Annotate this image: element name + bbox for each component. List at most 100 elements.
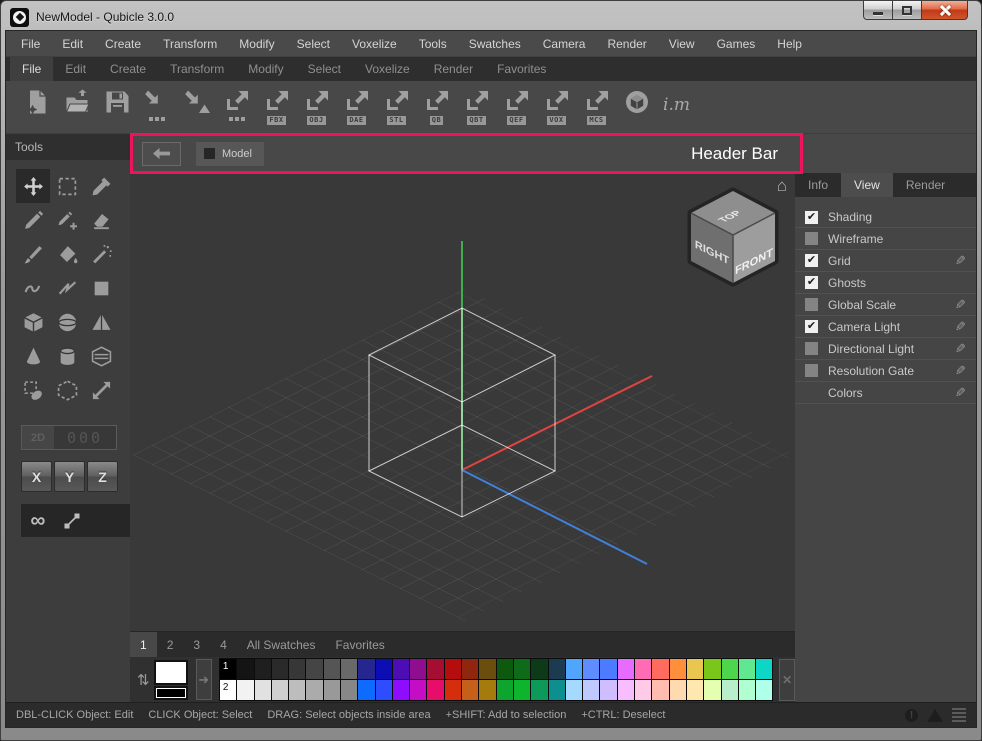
- home-view-icon[interactable]: ⌂: [777, 177, 787, 194]
- swatch-cell[interactable]: [756, 659, 772, 679]
- back-button[interactable]: [142, 142, 181, 166]
- swatch-cell[interactable]: [566, 680, 582, 700]
- import-button[interactable]: [143, 89, 170, 121]
- swatch-cell[interactable]: [704, 659, 720, 679]
- swatch-cell[interactable]: [376, 680, 392, 700]
- swatch-cell[interactable]: [497, 659, 513, 679]
- swatch-cell[interactable]: [237, 659, 253, 679]
- ribbon-tab-file[interactable]: File: [10, 57, 53, 81]
- swatch-cell[interactable]: [479, 659, 495, 679]
- ribbon-tab-create[interactable]: Create: [98, 57, 158, 81]
- export-stl-button[interactable]: STL: [383, 89, 410, 125]
- maximize-button[interactable]: [893, 1, 922, 20]
- new-file-button[interactable]: [23, 89, 50, 115]
- checkbox-shading[interactable]: ✔: [805, 211, 818, 224]
- move-tool[interactable]: [16, 169, 50, 203]
- pencil-add-tool[interactable]: [50, 203, 84, 237]
- rectangle-tool[interactable]: [84, 271, 118, 305]
- ribbon-tab-render[interactable]: Render: [422, 57, 485, 81]
- edit-pencil-icon[interactable]: ✎: [955, 253, 966, 269]
- export-qb-button[interactable]: QB: [423, 89, 450, 125]
- freehand-tool[interactable]: [16, 271, 50, 305]
- export-button[interactable]: [223, 89, 250, 121]
- add-swatch-button[interactable]: ➜: [196, 659, 212, 700]
- sketchfab-button[interactable]: [623, 89, 650, 115]
- ribbon-tab-transform[interactable]: Transform: [158, 57, 236, 81]
- ribbon-tab-modify[interactable]: Modify: [236, 57, 295, 81]
- eraser-tool[interactable]: [84, 203, 118, 237]
- swatch-cell[interactable]: [497, 680, 513, 700]
- swatch-tab-1[interactable]: 1: [130, 632, 157, 657]
- swatch-cell[interactable]: [722, 659, 738, 679]
- swatch-cell[interactable]: [618, 680, 634, 700]
- checkbox-global-scale[interactable]: [805, 298, 818, 311]
- menu-item-select[interactable]: Select: [286, 32, 341, 56]
- swatch-cell[interactable]: [289, 659, 305, 679]
- swatch-cell[interactable]: [652, 680, 668, 700]
- swatch-cell[interactable]: 1: [220, 659, 236, 679]
- swatch-tab-2[interactable]: 2: [157, 632, 184, 657]
- swatch-cell[interactable]: [341, 659, 357, 679]
- swatch-cell[interactable]: 2: [220, 680, 236, 700]
- cone-tool[interactable]: [16, 339, 50, 373]
- checkbox-directional-light[interactable]: [805, 342, 818, 355]
- swatch-cell[interactable]: [272, 680, 288, 700]
- select-paint-tool[interactable]: [16, 373, 50, 407]
- swatch-cell[interactable]: [704, 680, 720, 700]
- close-button[interactable]: [922, 1, 968, 20]
- background-color-swatch[interactable]: [154, 686, 188, 700]
- ribbon-tab-edit[interactable]: Edit: [53, 57, 98, 81]
- swatch-cell[interactable]: [756, 680, 772, 700]
- line-mode-button[interactable]: [55, 504, 89, 537]
- menu-item-voxelize[interactable]: Voxelize: [341, 32, 408, 56]
- menu-item-swatches[interactable]: Swatches: [458, 32, 532, 56]
- viewport-3d[interactable]: TOP RIGHT FRONT ⌂: [130, 173, 795, 631]
- checkbox-camera-light[interactable]: ✔: [805, 320, 818, 333]
- swatch-cell[interactable]: [583, 659, 599, 679]
- foreground-color-swatch[interactable]: [154, 660, 188, 685]
- menu-item-tools[interactable]: Tools: [408, 32, 458, 56]
- imaterialise-button[interactable]: i.m: [663, 89, 690, 115]
- swatch-tab-4[interactable]: 4: [210, 632, 237, 657]
- swatch-cell[interactable]: [341, 680, 357, 700]
- swatch-cell[interactable]: [445, 659, 461, 679]
- titlebar[interactable]: NewModel - Qubicle 3.0.0: [5, 4, 977, 30]
- tab-view[interactable]: View: [841, 173, 893, 197]
- axis-y-button[interactable]: Y: [54, 461, 85, 492]
- menu-item-edit[interactable]: Edit: [51, 32, 94, 56]
- view-cube[interactable]: TOP RIGHT FRONT: [687, 187, 779, 287]
- rect-select-tool[interactable]: [50, 169, 84, 203]
- swatch-cell[interactable]: [445, 680, 461, 700]
- swatch-cell[interactable]: [427, 659, 443, 679]
- swatch-cell[interactable]: [237, 680, 253, 700]
- checkbox-wireframe[interactable]: [805, 232, 818, 245]
- menu-item-transform[interactable]: Transform: [152, 32, 228, 56]
- edit-pencil-icon[interactable]: ✎: [955, 297, 966, 313]
- menu-item-help[interactable]: Help: [766, 32, 813, 56]
- swatch-cell[interactable]: [410, 680, 426, 700]
- open-button[interactable]: [63, 89, 90, 115]
- import-mesh-button[interactable]: [183, 89, 210, 115]
- export-dae-button[interactable]: DAE: [343, 89, 370, 125]
- mode-2d-button[interactable]: 2D: [22, 426, 54, 449]
- swatch-cell[interactable]: [324, 680, 340, 700]
- edit-pencil-icon[interactable]: ✎: [955, 319, 966, 335]
- info-icon[interactable]: !: [905, 709, 918, 722]
- ribbon-tab-favorites[interactable]: Favorites: [485, 57, 558, 81]
- menu-item-modify[interactable]: Modify: [228, 32, 285, 56]
- swatch-cell[interactable]: [600, 659, 616, 679]
- delete-swatch-button[interactable]: ✕: [779, 659, 795, 701]
- frame-tool[interactable]: [50, 373, 84, 407]
- swatch-cell[interactable]: [427, 680, 443, 700]
- swatch-cell[interactable]: [739, 680, 755, 700]
- menu-item-games[interactable]: Games: [706, 32, 767, 56]
- polyline-tool[interactable]: [50, 271, 84, 305]
- export-qbt-button[interactable]: QBT: [463, 89, 490, 125]
- swatch-cell[interactable]: [635, 680, 651, 700]
- swatch-cell[interactable]: [462, 680, 478, 700]
- swatch-cell[interactable]: [514, 680, 530, 700]
- log-menu-icon[interactable]: [952, 708, 966, 722]
- magic-wand-tool[interactable]: [84, 237, 118, 271]
- color-picker-tool[interactable]: [84, 169, 118, 203]
- swatch-cell[interactable]: [272, 659, 288, 679]
